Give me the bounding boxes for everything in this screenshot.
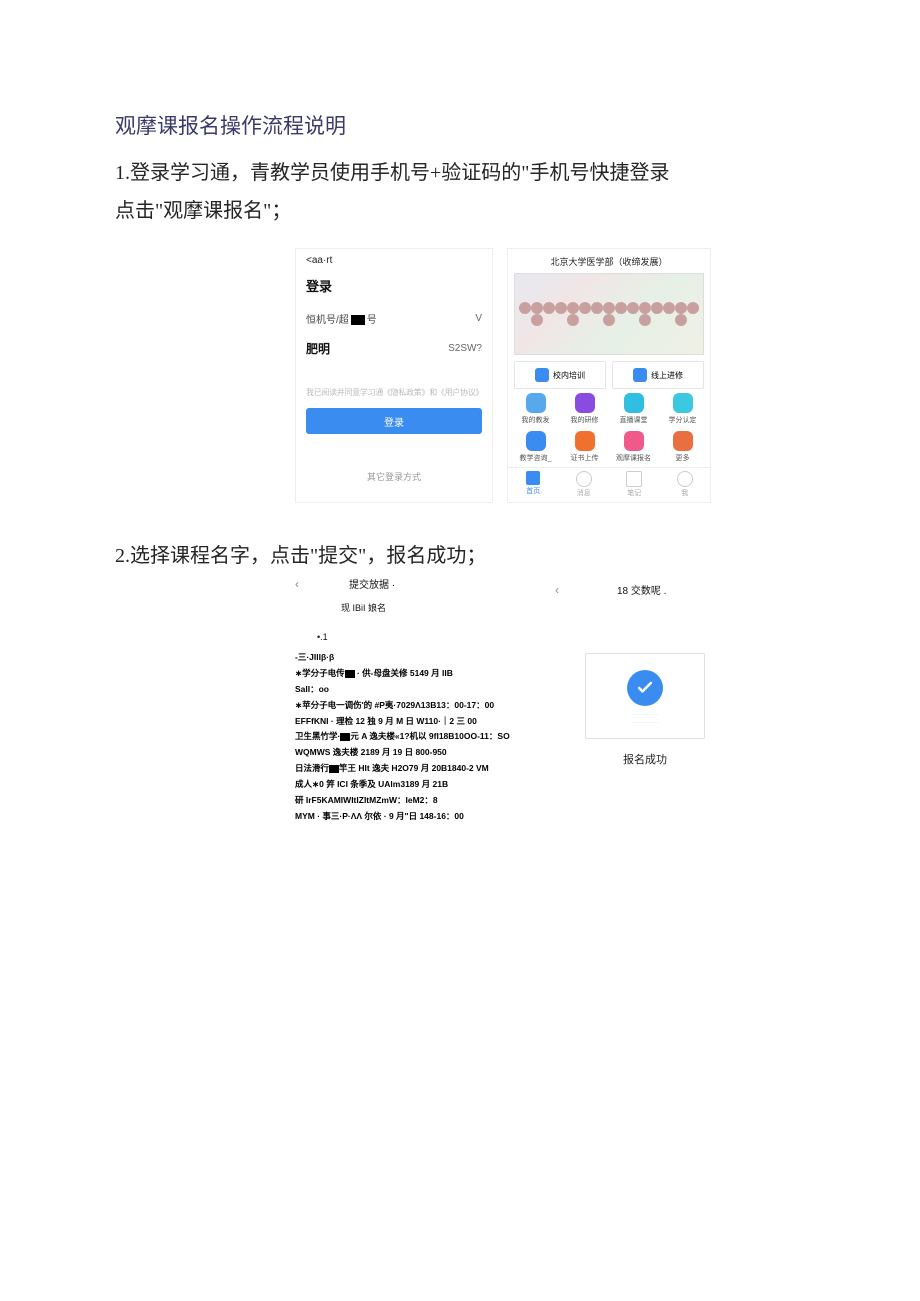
banner-image [514,273,704,355]
course-list-screenshot: ‹ 提交放据 · 现 IBiI 娘名 •.1 -三·JIlIβ·β ∗学分子电传 … [295,576,525,827]
q-number: •.1 [317,632,525,642]
success-label: 报名成功 [555,751,735,767]
profile-icon [677,471,693,487]
tile-training[interactable]: 校内培训 [514,361,606,389]
cell-more[interactable]: 更多 [659,429,706,465]
cell-my-study[interactable]: 我的研修 [561,391,608,427]
password-input-row[interactable]: 肥明 S2SW? [306,338,482,359]
course-option[interactable]: MYM · 事三·P·ΛΛ 尔依 · 9 月"日 148-16：00 [295,811,525,823]
folder-icon [575,393,595,413]
course-option[interactable]: WQMWS 逸夫楼 2189 月 19 日 800-950 [295,747,525,759]
monitor-icon [633,368,647,382]
cell-upload-cert[interactable]: 证书上传 [561,429,608,465]
block-icon [351,315,365,325]
tile-online[interactable]: 线上进修 [612,361,704,389]
cell-my-dev[interactable]: 我的教发 [512,391,559,427]
course-option[interactable]: ∗学分子电传 · 供-母盘关修 5149 月 IIB [295,668,525,680]
block-icon [340,733,350,741]
tab-me[interactable]: 我 [660,468,711,502]
tab-notes[interactable]: 笔记 [609,468,660,502]
note-icon [626,471,642,487]
phone-input-row[interactable]: 恒机号/超号 V [306,309,482,328]
doc-title: 观摩课报名操作流程说明 [115,110,805,140]
cell-consult[interactable]: 教学咨询_ [512,429,559,465]
cell-observe-signup[interactable]: 观摩课报名 [610,429,657,465]
app-home-screenshot: 北京大学医学部（收缔发展） 校内培训 线上进修 我的教发 我的研修 直播课堂 学… [507,248,711,503]
course-option[interactable]: EFFfKNI · 理检 12 独 9 月 M 日 W110·｜2 三 00 [295,716,525,728]
course-option[interactable]: -三·JIlIβ·β [295,652,525,664]
block-icon [345,670,355,678]
block-icon [329,765,339,773]
check-circle-icon [627,670,663,706]
book-icon [535,368,549,382]
message-icon [576,471,592,487]
app-header: 北京大学医学部（收缔发展） [508,249,710,273]
course-option[interactable]: 成人∗0 笄 ICI 条季及 UAlm3189 月 21B [295,779,525,791]
login-heading: 登录 [306,276,482,295]
dropdown-v-icon[interactable]: V [475,313,482,324]
tab-home[interactable]: 首页 [508,468,559,502]
badge-icon [673,393,693,413]
login-screenshot: <aa·rt 登录 恒机号/超号 V 肥明 S2SW? 我已阅读并同意学习通《隐… [295,248,493,503]
course-option[interactable]: 研 IrF5KAMIWItIZItMZmW：IeM2：8 [295,795,525,807]
agreement-hint: 我已阅读并同意学习通《隐私政策》和《用户协议》 [306,387,482,398]
camera-icon [624,393,644,413]
course-option[interactable]: 卫生黑竹学·元 A 逸夫楼«1?机以 9fI18B10OO-11：SO [295,731,525,743]
back-icon[interactable]: ‹ [555,583,559,597]
grid-icon [673,431,693,451]
cell-live[interactable]: 直播课堂 [610,391,657,427]
course-option[interactable]: 日法滑行竿王 HIt 逸夫 H2O79 月 20B1840-2 VM [295,763,525,775]
status-bar: <aa·rt [306,255,482,266]
chat-icon [526,431,546,451]
submit-header-2: 18 交数呢 . [617,582,666,597]
class-icon [624,431,644,451]
home-icon [526,471,540,485]
back-icon[interactable]: ‹ [295,577,299,591]
cell-credits[interactable]: 学分认定 [659,391,706,427]
step1-line1: 1.登录学习通，青教学员使用手机号+验证码的"手机号快捷登录 [115,154,805,192]
login-button[interactable]: 登录 [306,408,482,434]
signup-subtitle: 现 IBiI 娘名 [341,601,525,614]
upload-icon [575,431,595,451]
course-option[interactable]: ∗苹分子电一调伤'的 #P夷·7029Λ13B13：00-17：00 [295,700,525,712]
person-icon [526,393,546,413]
other-login-methods[interactable]: 其它登录方式 [306,470,482,483]
success-screenshot: ‹ 18 交数呢 . ············· ············· 报… [555,582,735,767]
step2-text: 2.选择课程名字，点击"提交"，报名成功； [115,539,805,568]
course-option[interactable]: SalI：oo [295,684,525,696]
submit-header: 提交放据 · [349,576,395,591]
step1-line2: 点击"观摩课报名"； [115,192,805,230]
tab-messages[interactable]: 消息 [559,468,610,502]
success-card: ············· ············· [585,653,705,739]
